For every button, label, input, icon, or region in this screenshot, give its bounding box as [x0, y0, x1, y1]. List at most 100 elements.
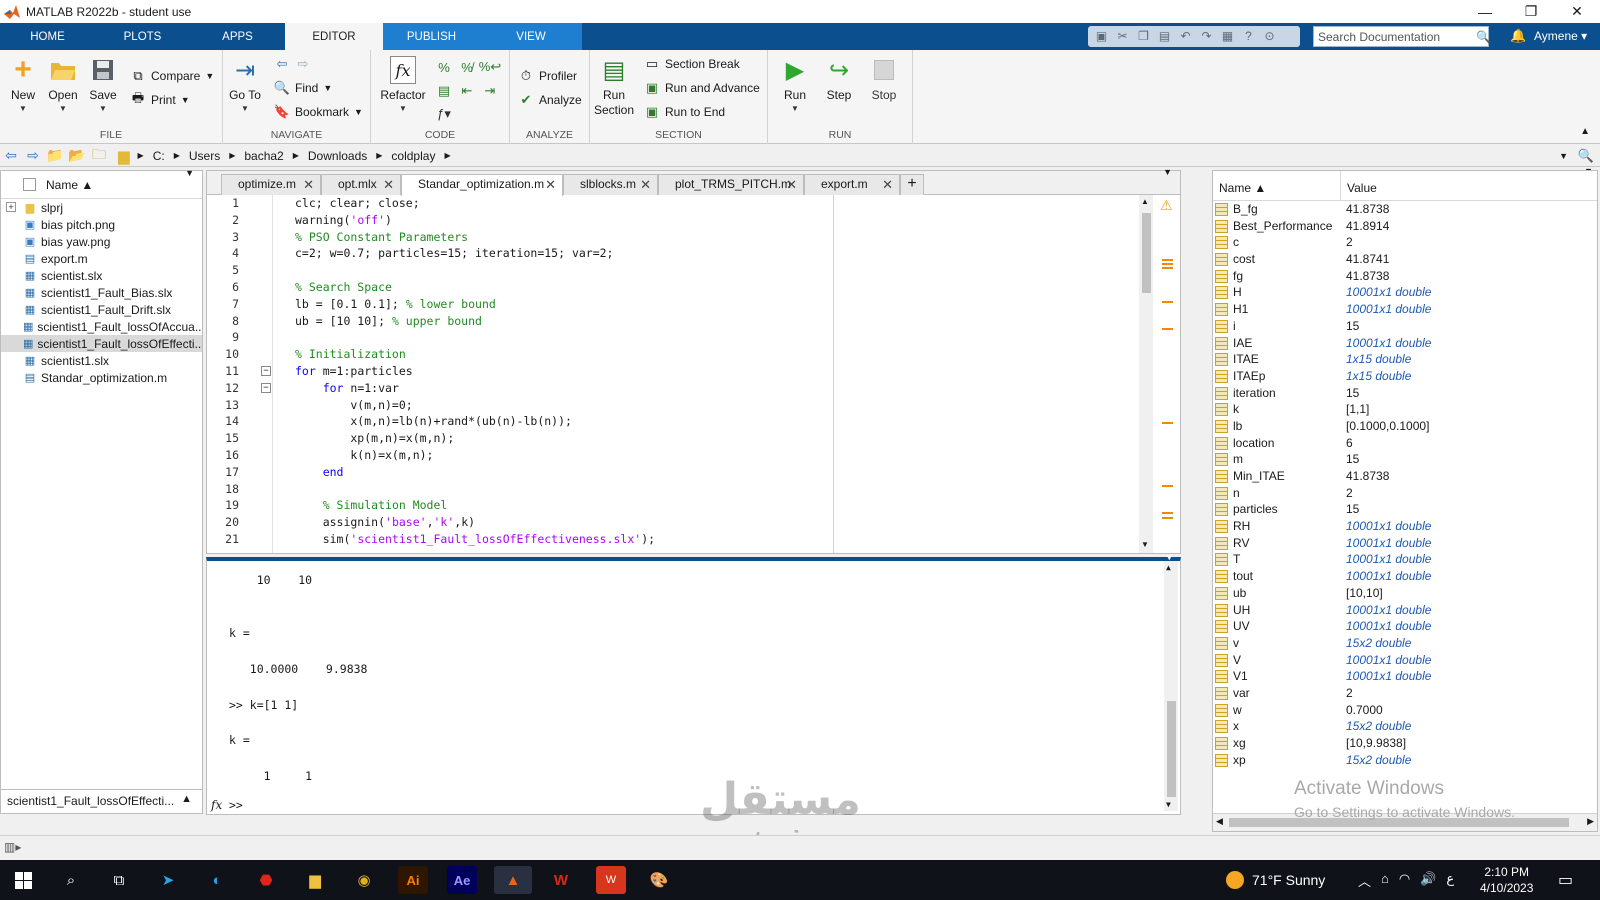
code-line[interactable]: 13 v(m,n)=0; — [207, 397, 1147, 414]
workspace-variable-row[interactable]: v 15x2 double — [1213, 635, 1597, 652]
code-line[interactable]: 18 — [207, 481, 1147, 498]
file-row[interactable]: ▦ scientist1_Fault_Bias.slx — [1, 284, 202, 301]
command-scrollbar[interactable]: ▲ ▼ — [1164, 561, 1178, 811]
line-number[interactable]: 6 — [207, 279, 239, 296]
code-line[interactable]: 19 % Simulation Model — [207, 497, 1147, 514]
scroll-left-icon[interactable]: ◀ — [1216, 816, 1223, 827]
user-menu[interactable]: Aymene ▾ — [1534, 29, 1587, 43]
scroll-thumb[interactable] — [1142, 213, 1151, 293]
browse-folder-icon[interactable]: 📂 — [66, 147, 88, 164]
tab-view[interactable]: VIEW — [480, 23, 582, 50]
scroll-up-icon[interactable]: ▲ — [1141, 197, 1149, 206]
language-indicator[interactable]: ع — [1446, 871, 1454, 890]
switch-windows-icon[interactable]: ▦ — [1220, 29, 1235, 44]
close-tab-icon[interactable]: ✕ — [786, 175, 797, 194]
file-row[interactable]: ▦ scientist.slx — [1, 267, 202, 284]
code-line[interactable]: 6 % Search Space — [207, 279, 1147, 296]
workspace-variable-row[interactable]: location 6 — [1213, 435, 1597, 452]
tab-home[interactable]: HOME — [0, 23, 95, 50]
open-button[interactable]: Open ▼ — [46, 54, 80, 113]
analyze-button[interactable]: ✔ Analyze — [518, 92, 582, 108]
acrobat-icon[interactable]: ⬣ — [251, 866, 281, 894]
maximize-button[interactable]: ❐ — [1508, 0, 1554, 23]
code-line[interactable]: 14 x(m,n)=lb(n)+rand*(ub(n)-lb(n)); — [207, 413, 1147, 430]
column-divider[interactable] — [1340, 171, 1341, 201]
code-line[interactable]: 11 − for m=1:particles — [207, 363, 1147, 380]
editor-menu-icon[interactable]: ▼ — [1163, 167, 1172, 177]
code-line[interactable]: 3 % PSO Constant Parameters — [207, 229, 1147, 246]
task-view-icon[interactable]: ⧉ — [104, 866, 134, 894]
notification-icon[interactable]: ▭ — [1558, 870, 1573, 890]
up-folder-icon[interactable]: 📁 — [44, 147, 66, 164]
workspace-variable-row[interactable]: particles 15 — [1213, 501, 1597, 518]
workspace-variable-row[interactable]: lb [0.1000,0.1000] — [1213, 418, 1597, 435]
search-folder-icon[interactable]: 🔍 — [1578, 148, 1594, 164]
compare-button[interactable]: ⧉ Compare ▼ — [130, 68, 214, 84]
tab-editor[interactable]: EDITOR — [285, 23, 383, 50]
run-section-button[interactable]: ▤ Run Section — [594, 54, 634, 118]
close-tab-icon[interactable]: ✕ — [640, 175, 651, 194]
workspace-variable-row[interactable]: tout 10001x1 double — [1213, 568, 1597, 585]
telegram-icon[interactable]: ➤ — [153, 866, 183, 894]
run-and-advance-button[interactable]: ▣ Run and Advance — [644, 80, 760, 96]
breadcrumb-item[interactable]: C: — [153, 149, 165, 163]
comment-icon[interactable]: % — [435, 58, 453, 76]
breadcrumb-item[interactable]: Users — [189, 149, 220, 163]
file-list-header[interactable]: Name ▲ — [1, 171, 202, 199]
uncomment-icon[interactable]: %̸ — [458, 58, 476, 76]
options-icon[interactable]: ⊙ — [1262, 29, 1277, 44]
forward-icon[interactable]: ⇨ — [22, 147, 44, 164]
warning-marker[interactable] — [1162, 422, 1173, 424]
code-line[interactable]: 7 lb = [0.1 0.1]; % lower bound — [207, 296, 1147, 313]
scroll-up-icon[interactable]: ▲ — [1166, 563, 1171, 572]
code-line[interactable]: 2 warning('off') — [207, 212, 1147, 229]
warning-marker[interactable] — [1162, 512, 1173, 514]
line-number[interactable]: 15 — [207, 430, 239, 447]
code-line[interactable]: 8 ub = [10 10]; % upper bound — [207, 313, 1147, 330]
close-tab-icon[interactable]: ✕ — [545, 175, 556, 194]
line-number[interactable]: 10 — [207, 346, 239, 363]
workspace-variable-row[interactable]: UV 10001x1 double — [1213, 618, 1597, 635]
file-row[interactable]: ▤ export.m — [1, 250, 202, 267]
code-line[interactable]: 20 assignin('base','k',k) — [207, 514, 1147, 531]
paint-icon[interactable]: 🎨 — [644, 866, 674, 894]
line-number[interactable]: 17 — [207, 464, 239, 481]
workspace-variable-row[interactable]: cost 41.8741 — [1213, 251, 1597, 268]
profiler-button[interactable]: ⏱ Profiler — [518, 68, 577, 84]
workspace-variable-row[interactable]: Min_ITAE 41.8738 — [1213, 468, 1597, 485]
workspace-variable-row[interactable]: T 10001x1 double — [1213, 551, 1597, 568]
folder-options-icon[interactable]: 🗀 — [88, 144, 110, 168]
warning-marker[interactable] — [1162, 263, 1173, 265]
minimize-button[interactable]: — — [1462, 0, 1508, 23]
editor-tab[interactable]: export.m ✕ — [804, 174, 900, 195]
copy-icon[interactable]: ❐ — [1136, 29, 1151, 44]
increase-indent-icon[interactable]: ⇥ — [481, 82, 499, 100]
fold-toggle-icon[interactable]: − — [261, 365, 271, 376]
code-line[interactable]: 17 end — [207, 464, 1147, 481]
step-button[interactable]: ↪ Step — [822, 54, 856, 103]
workspace-variable-row[interactable]: xg [10,9.9838] — [1213, 735, 1597, 752]
bell-icon[interactable]: 🔔 — [1510, 28, 1526, 44]
warning-icon[interactable]: ⚠ — [1160, 197, 1173, 214]
redo-icon[interactable]: ↷ — [1199, 29, 1214, 44]
scroll-right-icon[interactable]: ▶ — [1587, 816, 1594, 827]
section-break-button[interactable]: ▭ Section Break — [644, 56, 740, 72]
line-number[interactable]: 8 — [207, 313, 239, 330]
line-number[interactable]: 1 — [207, 195, 239, 212]
clock[interactable]: 2:10 PM 4/10/2023 — [1480, 864, 1533, 896]
stop-button[interactable]: Stop — [868, 54, 900, 102]
line-number[interactable]: 14 — [207, 413, 239, 430]
line-number[interactable]: 5 — [207, 262, 239, 279]
workspace-variable-row[interactable]: V 10001x1 double — [1213, 652, 1597, 669]
command-prompt[interactable]: >> — [229, 798, 243, 812]
code-area[interactable]: 1 clc; clear; close; 2 warning('off') 3 % PSO… — [207, 195, 1147, 553]
path-dropdown-icon[interactable]: ▼ — [1559, 151, 1568, 161]
bookmark-button[interactable]: 🔖 Bookmark ▼ — [274, 104, 363, 120]
scroll-down-icon[interactable]: ▼ — [1141, 540, 1149, 549]
line-number[interactable]: 2 — [207, 212, 239, 229]
panel-menu-icon[interactable]: ▼ — [185, 168, 194, 178]
workspace-value-header[interactable]: Value — [1347, 181, 1377, 195]
workspace-variable-row[interactable]: k [1,1] — [1213, 401, 1597, 418]
winrar-icon[interactable]: W — [546, 866, 576, 894]
goto-button[interactable]: ⇥ Go To ▼ — [227, 54, 263, 114]
